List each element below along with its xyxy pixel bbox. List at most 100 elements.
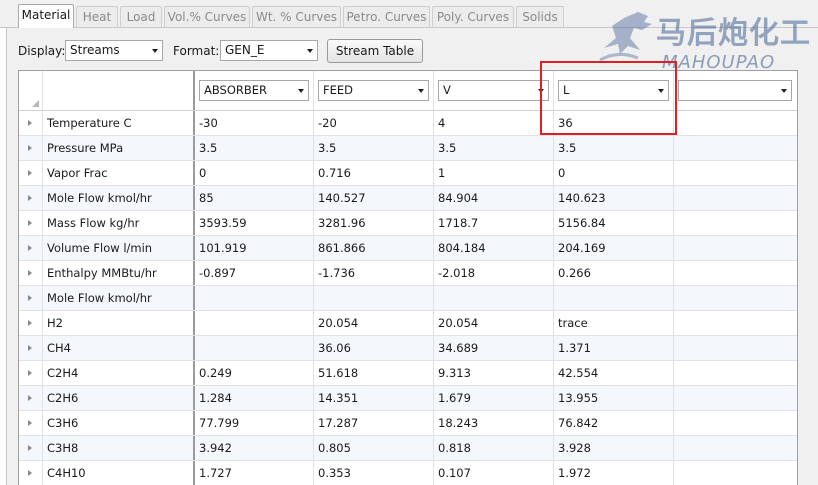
row-expander-icon[interactable] — [28, 295, 32, 301]
row-gutter[interactable] — [19, 136, 43, 160]
value-cell[interactable]: 1 — [434, 161, 554, 185]
value-cell[interactable]: 0.353 — [314, 461, 434, 485]
value-cell[interactable]: trace — [554, 311, 674, 335]
value-cell[interactable]: 204.169 — [554, 236, 674, 260]
value-cell[interactable] — [674, 261, 797, 285]
row-expander-icon[interactable] — [28, 245, 32, 251]
value-cell[interactable]: 1.371 — [554, 336, 674, 360]
value-cell[interactable]: 0 — [195, 161, 314, 185]
value-cell[interactable]: 14.351 — [314, 386, 434, 410]
row-expander-icon[interactable] — [28, 270, 32, 276]
grid-corner[interactable] — [19, 71, 43, 110]
value-cell[interactable]: 13.955 — [554, 386, 674, 410]
value-cell[interactable]: 0.716 — [314, 161, 434, 185]
value-cell[interactable]: 77.799 — [195, 411, 314, 435]
value-cell[interactable]: 3.942 — [195, 436, 314, 460]
value-cell[interactable] — [674, 111, 797, 135]
value-cell[interactable] — [674, 286, 797, 310]
tab-heat[interactable]: Heat — [76, 6, 118, 27]
value-cell[interactable]: 51.618 — [314, 361, 434, 385]
stream-table-button[interactable]: Stream Table — [327, 39, 423, 63]
row-expander-icon[interactable] — [28, 170, 32, 176]
value-cell[interactable]: 0.818 — [434, 436, 554, 460]
row-expander-icon[interactable] — [28, 395, 32, 401]
value-cell[interactable] — [674, 211, 797, 235]
value-cell[interactable]: 17.287 — [314, 411, 434, 435]
value-cell[interactable]: 0.266 — [554, 261, 674, 285]
row-gutter[interactable] — [19, 386, 43, 410]
row-gutter[interactable] — [19, 336, 43, 360]
tab-wt-curves[interactable]: Wt. % Curves — [252, 6, 341, 27]
value-cell[interactable]: 0.805 — [314, 436, 434, 460]
column-stream-select[interactable] — [678, 80, 792, 101]
value-cell[interactable] — [674, 336, 797, 360]
value-cell[interactable]: 34.689 — [434, 336, 554, 360]
value-cell[interactable]: 9.313 — [434, 361, 554, 385]
value-cell[interactable]: 20.054 — [314, 311, 434, 335]
value-cell[interactable]: 1.972 — [554, 461, 674, 485]
row-expander-icon[interactable] — [28, 195, 32, 201]
column-stream-select[interactable]: L — [558, 80, 669, 101]
value-cell[interactable]: 101.919 — [195, 236, 314, 260]
row-gutter[interactable] — [19, 111, 43, 135]
value-cell[interactable] — [674, 411, 797, 435]
value-cell[interactable] — [674, 136, 797, 160]
row-gutter[interactable] — [19, 211, 43, 235]
value-cell[interactable] — [195, 336, 314, 360]
value-cell[interactable] — [674, 161, 797, 185]
row-expander-icon[interactable] — [28, 370, 32, 376]
row-gutter[interactable] — [19, 161, 43, 185]
value-cell[interactable]: 1.284 — [195, 386, 314, 410]
tab-material[interactable]: Material — [18, 4, 74, 28]
value-cell[interactable]: -20 — [314, 111, 434, 135]
tab-petro-curves[interactable]: Petro. Curves — [343, 6, 430, 27]
value-cell[interactable]: 140.527 — [314, 186, 434, 210]
value-cell[interactable]: 3281.96 — [314, 211, 434, 235]
value-cell[interactable] — [674, 386, 797, 410]
row-expander-icon[interactable] — [28, 220, 32, 226]
value-cell[interactable]: 42.554 — [554, 361, 674, 385]
value-cell[interactable]: 85 — [195, 186, 314, 210]
value-cell[interactable] — [195, 311, 314, 335]
row-expander-icon[interactable] — [28, 470, 32, 476]
value-cell[interactable] — [674, 186, 797, 210]
value-cell[interactable]: 1.727 — [195, 461, 314, 485]
value-cell[interactable] — [195, 286, 314, 310]
row-gutter[interactable] — [19, 186, 43, 210]
value-cell[interactable]: 3.928 — [554, 436, 674, 460]
row-gutter[interactable] — [19, 236, 43, 260]
value-cell[interactable]: 804.184 — [434, 236, 554, 260]
value-cell[interactable] — [674, 461, 797, 485]
tab-load[interactable]: Load — [120, 6, 162, 27]
row-gutter[interactable] — [19, 311, 43, 335]
value-cell[interactable]: 76.842 — [554, 411, 674, 435]
value-cell[interactable] — [674, 361, 797, 385]
value-cell[interactable] — [314, 286, 434, 310]
row-gutter[interactable] — [19, 361, 43, 385]
value-cell[interactable] — [554, 286, 674, 310]
value-cell[interactable]: 1.679 — [434, 386, 554, 410]
tab-vol-curves[interactable]: Vol.% Curves — [164, 6, 250, 27]
row-gutter[interactable] — [19, 261, 43, 285]
tab-poly-curves[interactable]: Poly. Curves — [432, 6, 514, 27]
value-cell[interactable]: 1718.7 — [434, 211, 554, 235]
value-cell[interactable]: 140.623 — [554, 186, 674, 210]
value-cell[interactable]: 3.5 — [195, 136, 314, 160]
value-cell[interactable]: 0.249 — [195, 361, 314, 385]
value-cell[interactable]: 0 — [554, 161, 674, 185]
value-cell[interactable]: 861.866 — [314, 236, 434, 260]
value-cell[interactable] — [674, 311, 797, 335]
value-cell[interactable]: -2.018 — [434, 261, 554, 285]
value-cell[interactable]: 3.5 — [554, 136, 674, 160]
value-cell[interactable]: 20.054 — [434, 311, 554, 335]
value-cell[interactable]: 18.243 — [434, 411, 554, 435]
column-stream-select[interactable]: V — [438, 80, 549, 101]
column-stream-select[interactable]: FEED — [318, 80, 429, 101]
row-expander-icon[interactable] — [28, 420, 32, 426]
value-cell[interactable]: 36.06 — [314, 336, 434, 360]
row-expander-icon[interactable] — [28, 145, 32, 151]
value-cell[interactable] — [434, 286, 554, 310]
display-select[interactable]: Streams — [65, 40, 163, 61]
value-cell[interactable]: 84.904 — [434, 186, 554, 210]
row-expander-icon[interactable] — [28, 445, 32, 451]
